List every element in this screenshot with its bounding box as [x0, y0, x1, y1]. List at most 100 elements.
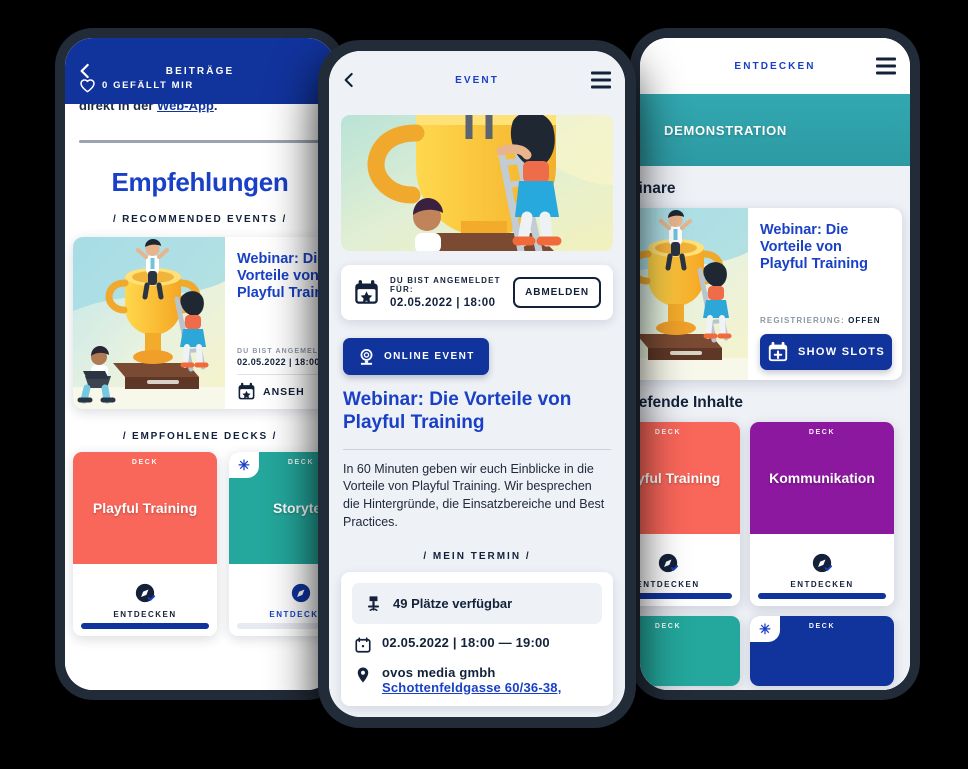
deck-footer[interactable]: ENTDECKEN [640, 534, 740, 606]
show-slots-label: SHOW SLOTS [798, 346, 885, 358]
appointment-card: 49 Plätze verfügbar 02.05.2022 | 18:00 —… [341, 571, 613, 706]
event-thumbnail [73, 237, 225, 409]
event-registered-label: DU BIST ANGEMELDET [237, 348, 327, 355]
calendar-star-icon [238, 382, 255, 400]
calendar-icon [355, 637, 371, 653]
deck-name: Kommunikation [769, 470, 875, 486]
deck-cta-label: ENTDECKEN [790, 579, 854, 589]
show-slots-button[interactable]: SHOW SLOTS [760, 334, 892, 370]
online-event-label: ONLINE EVENT [384, 351, 475, 362]
event-hero-image [341, 115, 613, 251]
left-app: BEITRÄGE 0 GEFÄLLT MIR direkt in der Web… [65, 38, 335, 690]
location-address-link[interactable]: Schottenfeldgasse 60/36-38, [382, 680, 562, 695]
event-meta: DU BIST ANGEMELDET 02.05.2022 | 18:00 AN… [237, 348, 327, 401]
divider [343, 448, 611, 450]
trophy-illustration [640, 208, 748, 380]
chevron-left-icon[interactable] [77, 63, 93, 79]
registration-datetime: 02.05.2022 | 18:00 [390, 297, 496, 309]
calendar-star-icon [355, 280, 378, 304]
deck-card[interactable]: DECK [640, 616, 740, 686]
deck-footer[interactable]: ENTDECKEN [73, 564, 217, 636]
deck-grid-row-1: DECK Playful Training ENTDECKEN [640, 422, 902, 606]
asterisk-icon: ✳ [750, 616, 780, 642]
section-inhalte: vertiefende Inhalte [640, 394, 743, 411]
right-appbar: ENTDECKEN [640, 38, 910, 94]
registration-state: OFFEN [848, 316, 881, 325]
chevron-left-icon[interactable] [341, 72, 357, 88]
deck-name: Playful Training [92, 500, 198, 516]
deck-card[interactable]: DECK Playful Training ENTDECKEN [73, 452, 217, 636]
deck-footer[interactable]: ENTDECKEN [750, 534, 894, 606]
location-name: ovos media gmbh [382, 664, 496, 680]
demo-banner-label: DEMONSTRATION [664, 122, 787, 138]
deck-kind: DECK [808, 429, 836, 436]
compass-check-icon [658, 553, 679, 572]
deck-card[interactable]: DECK Kommunikation ENTDECKEN [750, 422, 894, 606]
section-kicker-events: / RECOMMENDED EVENTS / [112, 214, 288, 225]
right-app: ENTDECKEN DEMONSTRATION Webinare [640, 38, 910, 690]
event-registered-datetime: 02.05.2022 | 18:00 [237, 357, 320, 367]
phone-left-screen: BEITRÄGE 0 GEFÄLLT MIR direkt in der Web… [65, 38, 335, 690]
webinar-details: Webinar: Die Vorteile von Playful Traini… [748, 208, 902, 380]
compass-icon [291, 583, 311, 602]
deck-grid-row-2: DECK ✳ DECK [640, 616, 902, 686]
like-indicator[interactable]: 0 GEFÄLLT MIR [79, 78, 194, 93]
web-app-link[interactable]: Web-App [157, 104, 214, 113]
phone-center-screen: EVENT DU BIST ANGEMELDET FÜR: 02.05.2022… [329, 51, 625, 717]
right-appbar-title: ENTDECKEN [734, 60, 816, 72]
hamburger-icon[interactable] [876, 54, 896, 79]
left-appbar: BEITRÄGE 0 GEFÄLLT MIR [65, 38, 335, 104]
deck-name: Playful Training [640, 470, 721, 486]
location-text: ovos media gmbh Schottenfeldgasse 60/36-… [382, 665, 562, 695]
calendar-plus-icon [768, 341, 788, 362]
pin-icon [357, 667, 369, 683]
deck-cover: DECK Playful Training [73, 452, 217, 564]
deck-cover: DECK Playful Training [640, 422, 740, 534]
paragraph-suffix: . [213, 104, 218, 113]
deck-card[interactable]: ✳ DECK [750, 616, 894, 686]
registration-panel: DU BIST ANGEMELDET FÜR: 02.05.2022 | 18:… [341, 265, 613, 320]
compass-check-icon [135, 583, 156, 602]
phone-center: EVENT DU BIST ANGEMELDET FÜR: 02.05.2022… [318, 40, 636, 728]
deck-cover: DECK [640, 616, 740, 686]
heart-icon [80, 79, 95, 93]
seats-label: 49 Plätze verfügbar [393, 595, 513, 611]
deck-kind: DECK [654, 623, 682, 630]
deck-list: DECK Playful Training ENTDECKEN ✳ DECK S… [65, 442, 335, 636]
divider [79, 140, 321, 143]
online-event-badge: ONLINE EVENT [343, 338, 489, 375]
screenshot-stage: BEITRÄGE 0 GEFÄLLT MIR direkt in der Web… [0, 0, 968, 769]
webcam-icon [360, 348, 373, 365]
trophy-illustration [73, 237, 225, 409]
deck-progress [81, 623, 209, 629]
webinar-title: Webinar: Die Vorteile von Playful Traini… [760, 222, 868, 273]
registration-text: DU BIST ANGEMELDET FÜR: 02.05.2022 | 18:… [390, 276, 503, 309]
recommended-event-card[interactable]: Webinar: Die Vorteile von Playful Traini… [73, 237, 327, 409]
event-thumbnail [640, 208, 748, 380]
event-action[interactable]: ANSEH [237, 375, 327, 401]
deck-cta-label: ENTDECKEN [113, 609, 177, 619]
deck-card[interactable]: DECK Playful Training ENTDECKEN [640, 422, 740, 606]
registration-status: REGISTRIERUNG: OFFEN [760, 316, 892, 325]
phone-right-screen: ENTDECKEN DEMONSTRATION Webinare [640, 38, 910, 690]
deck-progress [640, 593, 732, 599]
abmelden-button[interactable]: ABMELDEN [513, 277, 601, 308]
webinar-card[interactable]: Webinar: Die Vorteile von Playful Traini… [640, 208, 902, 380]
section-kicker-decks: / EMPFOHLENE DECKS / [122, 431, 278, 442]
event-title: Webinar: Die Vorteile von Playful Traini [237, 251, 327, 302]
location-row: ovos media gmbh Schottenfeldgasse 60/36-… [352, 654, 602, 695]
trophy-illustration [341, 115, 613, 251]
center-appbar: EVENT [329, 51, 625, 109]
compass-check-icon [812, 553, 833, 572]
right-content: Webinare [640, 166, 910, 690]
center-app: EVENT DU BIST ANGEMELDET FÜR: 02.05.2022… [329, 51, 625, 717]
paragraph-prefix: direkt in der [79, 104, 158, 113]
event-title: Webinar: Die Vorteile von Playful Traini… [343, 389, 572, 433]
deck-cover: DECK Kommunikation [750, 422, 894, 534]
hamburger-icon[interactable] [591, 68, 611, 93]
deck-kind: DECK [131, 459, 159, 466]
deck-cta-label: ENTDECKEN [640, 579, 700, 589]
phone-right: ENTDECKEN DEMONSTRATION Webinare [630, 28, 920, 700]
phone-left: BEITRÄGE 0 GEFÄLLT MIR direkt in der Web… [55, 28, 345, 700]
event-description: In 60 Minuten geben wir euch Einblicke i… [343, 461, 605, 529]
